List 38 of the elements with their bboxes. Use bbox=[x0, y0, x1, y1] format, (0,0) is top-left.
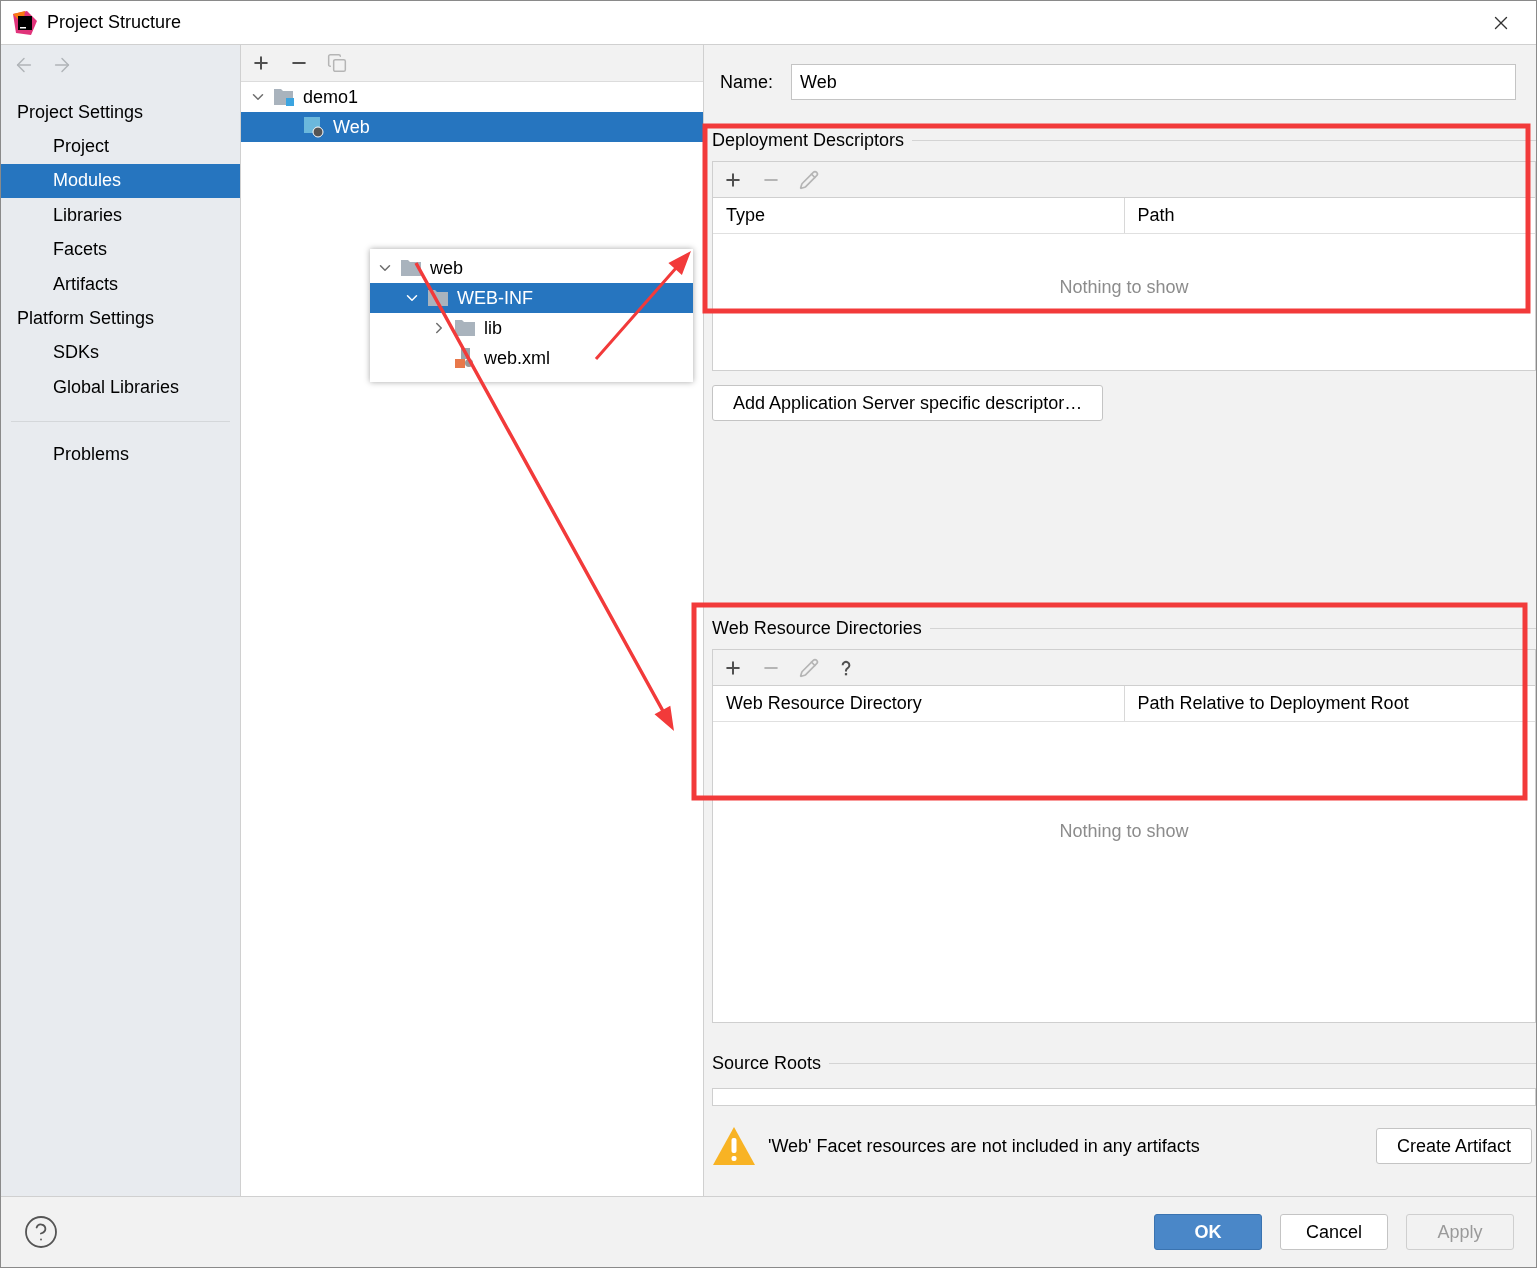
folder-icon bbox=[454, 319, 476, 337]
app-logo-icon bbox=[13, 10, 37, 35]
sidebar-heading: Platform Settings bbox=[16, 307, 156, 330]
sidebar-item[interactable]: Facets bbox=[1, 232, 240, 267]
sidebar-item[interactable]: Project bbox=[1, 129, 240, 164]
create-artifact-button[interactable]: Create Artifact bbox=[1375, 1128, 1532, 1164]
sidebar-heading: Project Settings bbox=[16, 100, 145, 124]
section-title: Web Resource Directories bbox=[712, 616, 922, 640]
empty-text: Nothing to show bbox=[1059, 276, 1189, 299]
column-header[interactable]: Path Relative to Deployment Root bbox=[1123, 686, 1535, 721]
window-title: Project Structure bbox=[47, 11, 182, 34]
tree-item[interactable]: Web bbox=[241, 112, 703, 142]
dialog-button[interactable]: Cancel bbox=[1280, 1214, 1388, 1250]
tree-item[interactable]: lib bbox=[370, 313, 693, 343]
tree-item[interactable]: demo1 bbox=[241, 82, 703, 112]
section-title: Deployment Descriptors bbox=[712, 128, 905, 152]
column-header[interactable]: Path bbox=[1123, 198, 1535, 233]
warning-text: 'Web' Facet resources are not included in any artifacts bbox=[768, 1134, 1201, 1158]
tree-item[interactable]: WEB-INF bbox=[370, 283, 693, 313]
sidebar-item[interactable]: Global Libraries bbox=[1, 370, 240, 405]
module-folder-icon bbox=[273, 87, 295, 107]
section-title: Source Roots bbox=[712, 1051, 822, 1075]
column-header[interactable]: Web Resource Directory bbox=[713, 686, 1124, 721]
name-field[interactable]: Web bbox=[791, 64, 1516, 100]
add-icon[interactable] bbox=[251, 53, 271, 73]
add-descriptor-button[interactable]: Add Application Server specific descriptor… bbox=[712, 385, 1104, 421]
column-header[interactable]: Type bbox=[713, 198, 1124, 233]
web-facet-icon bbox=[303, 116, 325, 138]
sidebar-item[interactable]: Problems bbox=[1, 437, 240, 472]
name-label: Name: bbox=[719, 70, 773, 94]
empty-text: Nothing to show bbox=[1059, 820, 1189, 843]
sidebar-item[interactable]: Artifacts bbox=[1, 267, 240, 302]
dialog-button[interactable]: OK bbox=[1154, 1214, 1262, 1250]
sidebar-item[interactable]: SDKs bbox=[1, 335, 240, 370]
sidebar-item[interactable]: Libraries bbox=[1, 198, 240, 233]
help-icon[interactable] bbox=[23, 1214, 59, 1250]
sidebar-item[interactable]: Modules bbox=[1, 163, 240, 198]
warning-icon bbox=[712, 1126, 756, 1166]
